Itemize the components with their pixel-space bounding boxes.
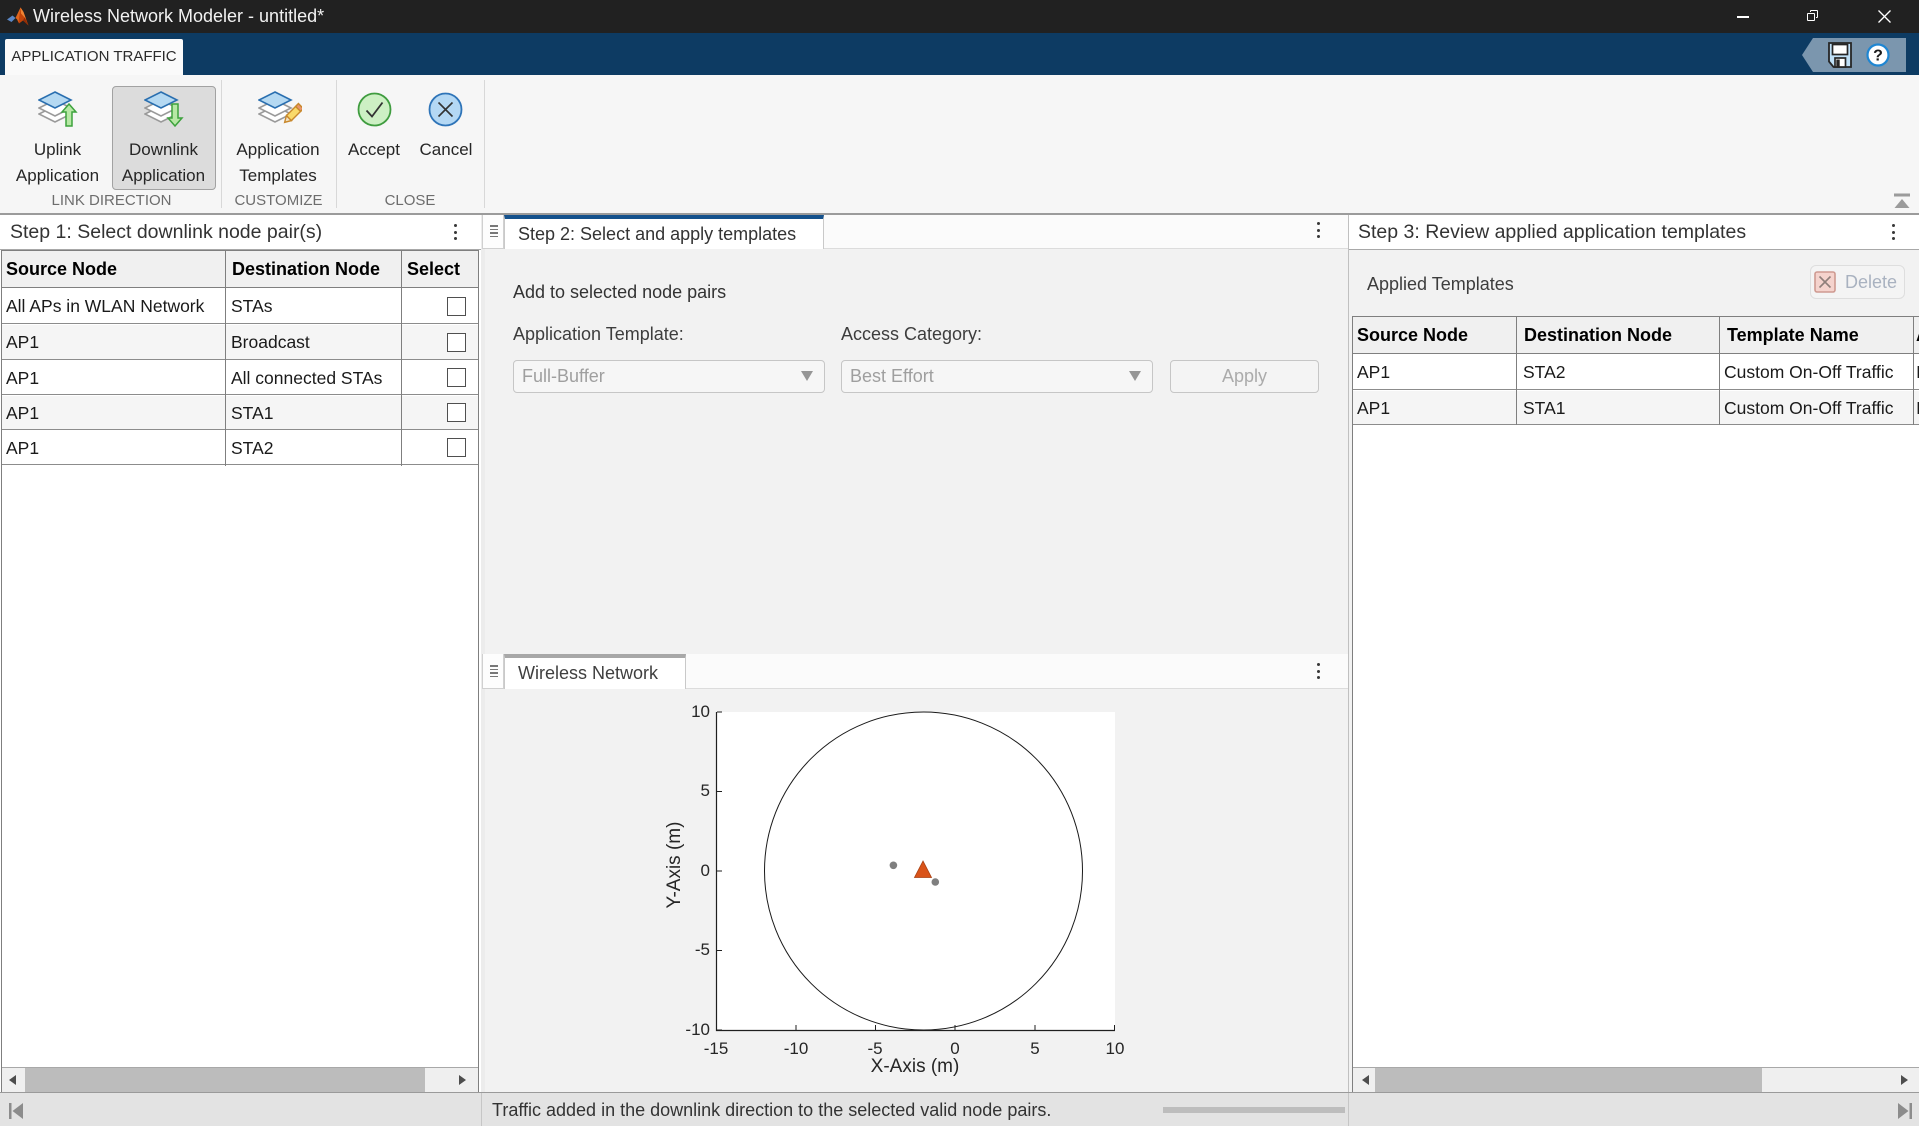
- svg-text:?: ?: [1873, 48, 1883, 65]
